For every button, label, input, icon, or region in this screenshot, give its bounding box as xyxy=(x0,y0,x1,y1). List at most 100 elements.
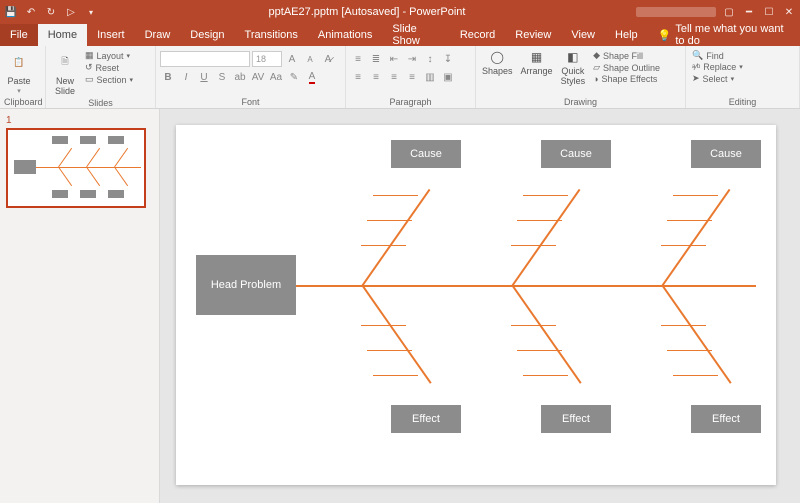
ribbon-display-icon[interactable]: ▢ xyxy=(722,5,736,19)
shrink-font-icon[interactable]: A xyxy=(302,51,318,67)
font-family-select[interactable] xyxy=(160,51,250,67)
underline-button[interactable]: U xyxy=(196,69,212,85)
subbone xyxy=(373,195,418,196)
align-center-button[interactable]: ≡ xyxy=(368,69,384,85)
subbone xyxy=(511,325,556,326)
cause-box-1[interactable]: Cause xyxy=(391,140,461,168)
grow-font-icon[interactable]: A xyxy=(284,51,300,67)
thumbnail-panel[interactable]: 1 xyxy=(0,109,160,503)
tab-slideshow[interactable]: Slide Show xyxy=(382,24,449,46)
text-direction-button[interactable]: ↧ xyxy=(440,51,456,67)
tab-review[interactable]: Review xyxy=(505,24,561,46)
bone-bottom-1 xyxy=(361,285,431,384)
shape-outline-button[interactable]: ▱Shape Outline xyxy=(591,62,662,73)
tab-insert[interactable]: Insert xyxy=(87,24,135,46)
section-button[interactable]: ▭Section▾ xyxy=(83,74,135,85)
ribbon: 📋 Paste ▾ Clipboard 🗎 New Slide ▦Layout▾… xyxy=(0,46,800,109)
group-clipboard: 📋 Paste ▾ Clipboard xyxy=(0,46,46,108)
effect-box-2[interactable]: Effect xyxy=(541,405,611,433)
justify-button[interactable]: ≡ xyxy=(404,69,420,85)
new-slide-icon: 🗎 xyxy=(52,49,78,75)
cause-box-3[interactable]: Cause xyxy=(691,140,761,168)
quick-styles-label: Quick Styles xyxy=(561,66,586,86)
undo-icon[interactable]: ↶ xyxy=(24,5,38,19)
subbone xyxy=(523,375,568,376)
layout-label: Layout xyxy=(97,51,124,61)
tab-help[interactable]: Help xyxy=(605,24,648,46)
tab-transitions[interactable]: Transitions xyxy=(235,24,308,46)
redo-icon[interactable]: ↻ xyxy=(44,5,58,19)
save-icon[interactable]: 💾 xyxy=(4,5,18,19)
layout-button[interactable]: ▦Layout▾ xyxy=(83,50,135,61)
effects-icon: ◑ xyxy=(593,74,598,84)
select-button[interactable]: ➤Select▾ xyxy=(690,73,745,84)
quick-styles-button[interactable]: ◧ Quick Styles xyxy=(559,48,588,87)
shapes-button[interactable]: ◯ Shapes xyxy=(480,48,515,77)
slide-thumbnail[interactable] xyxy=(6,128,146,208)
lightbulb-icon: 💡 xyxy=(658,29,672,42)
font-size-select[interactable]: 18 xyxy=(252,51,282,67)
smartart-button[interactable]: ▣ xyxy=(440,69,456,85)
indent-dec-button[interactable]: ⇤ xyxy=(386,51,402,67)
spacing-button[interactable]: AV xyxy=(250,69,266,85)
bone-top-2 xyxy=(511,189,580,287)
shadow-button[interactable]: ab xyxy=(232,69,248,85)
case-button[interactable]: Aa xyxy=(268,69,284,85)
new-slide-button[interactable]: 🗎 New Slide xyxy=(50,48,80,97)
account-area[interactable] xyxy=(636,7,716,17)
strike-button[interactable]: S xyxy=(214,69,230,85)
tab-home[interactable]: Home xyxy=(38,24,87,46)
italic-button[interactable]: I xyxy=(178,69,194,85)
arrange-icon: ▦ xyxy=(529,49,545,65)
indent-inc-button[interactable]: ⇥ xyxy=(404,51,420,67)
shape-fill-button[interactable]: ◆Shape Fill xyxy=(591,50,662,61)
group-editing: 🔍Find ᵃ⁄ᵇReplace▾ ➤Select▾ Editing xyxy=(686,46,800,108)
tab-file[interactable]: File xyxy=(0,24,38,46)
start-icon[interactable]: ▷ xyxy=(64,5,78,19)
subbone xyxy=(517,350,562,351)
highlight-button[interactable]: ✎ xyxy=(286,69,302,85)
tell-me[interactable]: 💡 Tell me what you want to do xyxy=(648,24,800,46)
qat-more-icon[interactable]: ▾ xyxy=(84,5,98,19)
replace-label: Replace xyxy=(703,62,736,72)
tab-record[interactable]: Record xyxy=(450,24,505,46)
effect-box-1[interactable]: Effect xyxy=(391,405,461,433)
minimize-icon[interactable]: ━ xyxy=(742,5,756,19)
close-icon[interactable]: ✕ xyxy=(782,5,796,19)
subbone xyxy=(511,245,556,246)
slide-canvas-wrap[interactable]: Head Problem Cause Cause Cause Effect Ef… xyxy=(160,109,800,503)
line-spacing-button[interactable]: ↕ xyxy=(422,51,438,67)
effect-box-3[interactable]: Effect xyxy=(691,405,761,433)
subbone xyxy=(517,220,562,221)
maximize-icon[interactable]: ☐ xyxy=(762,5,776,19)
cause-box-2[interactable]: Cause xyxy=(541,140,611,168)
fishbone-spine xyxy=(296,285,756,287)
align-left-button[interactable]: ≡ xyxy=(350,69,366,85)
font-color-button[interactable]: A xyxy=(304,69,320,85)
slide-canvas[interactable]: Head Problem Cause Cause Cause Effect Ef… xyxy=(176,125,776,485)
paste-button[interactable]: 📋 Paste ▾ xyxy=(4,48,34,96)
cause-label: Cause xyxy=(560,148,592,160)
bold-button[interactable]: B xyxy=(160,69,176,85)
clear-format-icon[interactable]: A̷ xyxy=(320,51,336,67)
tab-animations[interactable]: Animations xyxy=(308,24,382,46)
reset-button[interactable]: ↺Reset xyxy=(83,62,135,73)
select-icon: ➤ xyxy=(692,73,700,84)
effect-label: Effect xyxy=(712,413,740,425)
find-icon: 🔍 xyxy=(692,50,703,61)
align-right-button[interactable]: ≡ xyxy=(386,69,402,85)
find-button[interactable]: 🔍Find xyxy=(690,50,745,61)
columns-button[interactable]: ▥ xyxy=(422,69,438,85)
bullets-button[interactable]: ≡ xyxy=(350,51,366,67)
group-editing-label: Editing xyxy=(690,96,795,108)
arrange-button[interactable]: ▦ Arrange xyxy=(519,48,555,77)
paste-label: Paste xyxy=(7,76,30,86)
group-slides: 🗎 New Slide ▦Layout▾ ↺Reset ▭Section▾ Sl… xyxy=(46,46,156,108)
numbering-button[interactable]: ≣ xyxy=(368,51,384,67)
tab-design[interactable]: Design xyxy=(180,24,234,46)
replace-button[interactable]: ᵃ⁄ᵇReplace▾ xyxy=(690,62,745,72)
shape-effects-button[interactable]: ◑Shape Effects xyxy=(591,74,662,84)
tab-view[interactable]: View xyxy=(561,24,605,46)
fishbone-head[interactable]: Head Problem xyxy=(196,255,296,315)
tab-draw[interactable]: Draw xyxy=(135,24,181,46)
